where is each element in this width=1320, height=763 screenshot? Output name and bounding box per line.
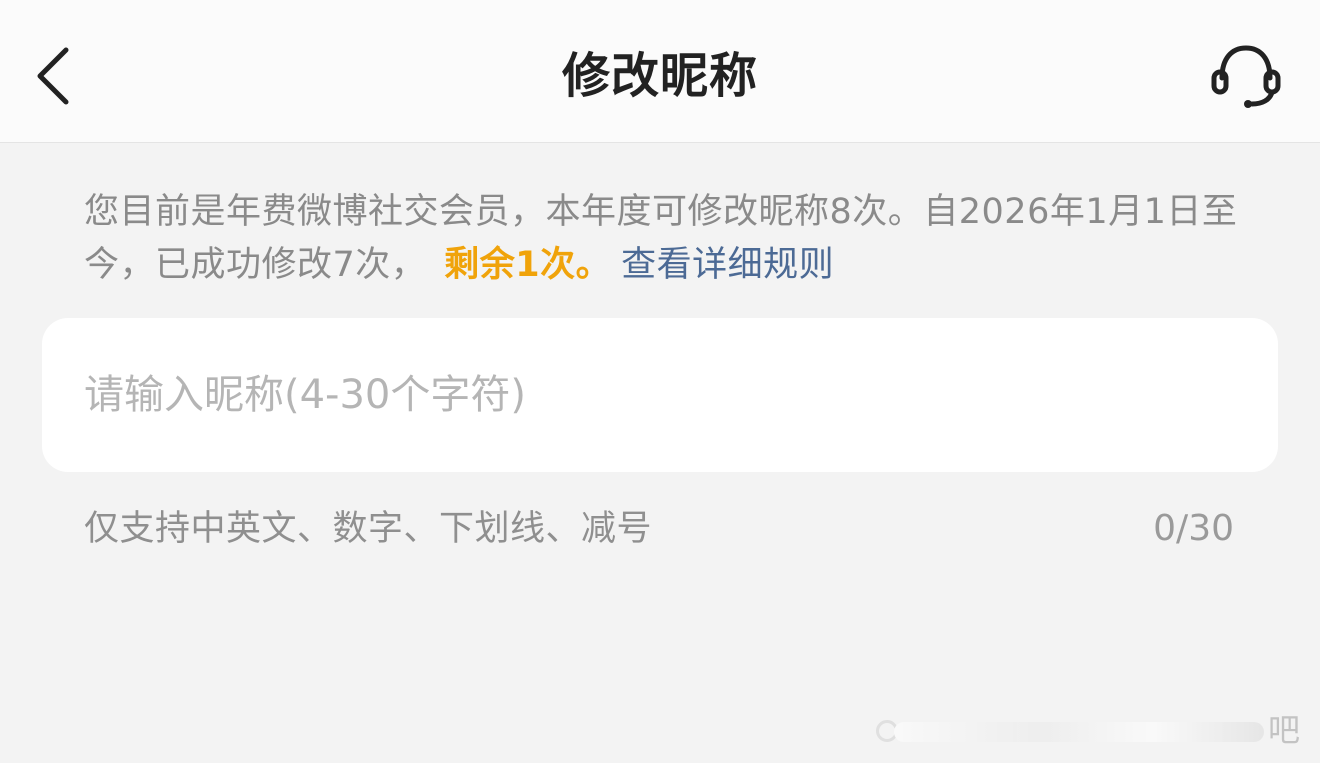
page-title: 修改昵称 xyxy=(561,48,758,104)
nickname-input-card xyxy=(42,318,1278,472)
remaining-count: 剩余1次。 xyxy=(444,245,612,285)
nav-header: 修改昵称 xyxy=(0,0,1320,143)
watermark-text: 吧 xyxy=(1268,711,1301,749)
customer-service-button[interactable] xyxy=(1204,38,1288,118)
watermark-bar xyxy=(894,722,1264,742)
modification-notice: 您目前是年费微博社交会员，本年度可修改昵称8次。自2026年1月1日至今，已成功… xyxy=(84,186,1244,292)
char-counter: 0/30 xyxy=(1153,508,1234,549)
headset-icon xyxy=(1211,45,1281,108)
rules-link[interactable]: 查看详细规则 xyxy=(621,245,834,285)
input-hint: 仅支持中英文、数字、下划线、减号 xyxy=(84,509,653,549)
watermark: 吧 xyxy=(876,711,1306,752)
nickname-input[interactable] xyxy=(84,318,1234,472)
